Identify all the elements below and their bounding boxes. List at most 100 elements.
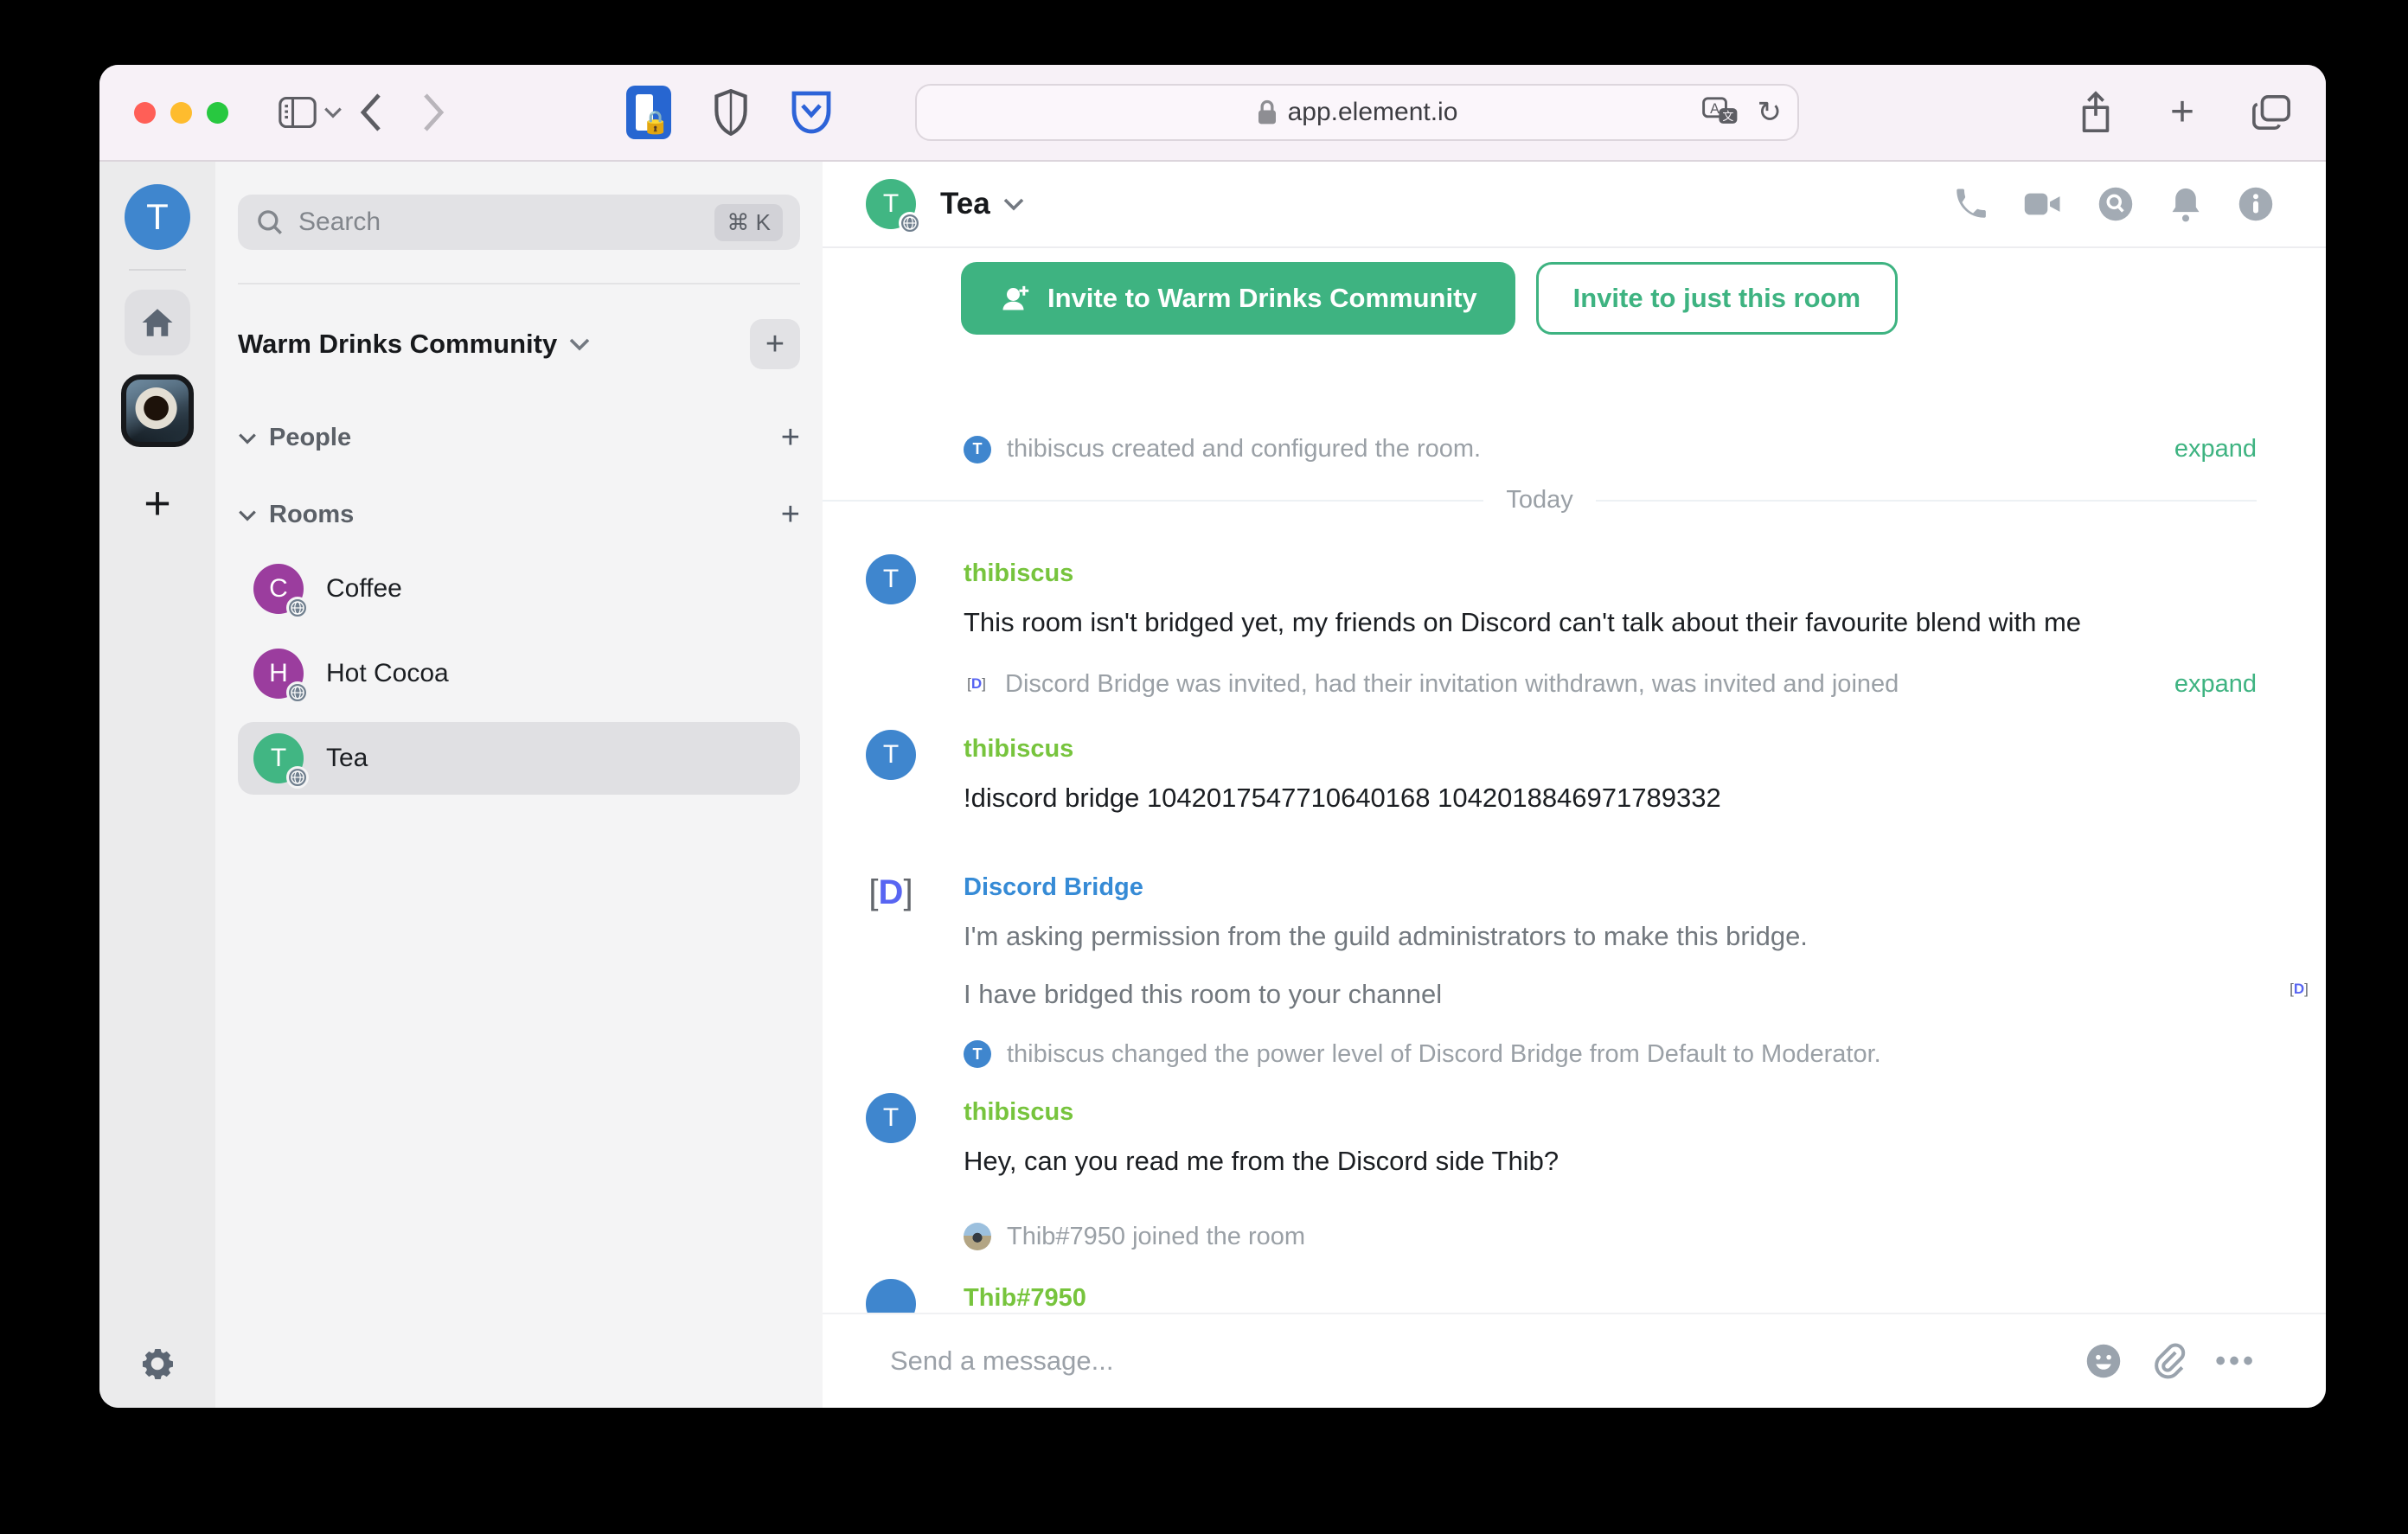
room-info-icon[interactable] <box>2238 186 2274 222</box>
chevron-down-icon <box>569 337 590 351</box>
translate-icon[interactable]: A文 <box>1701 97 1739 128</box>
room-name: Tea <box>326 744 368 772</box>
search-icon <box>255 208 285 237</box>
section-rooms[interactable]: Rooms + <box>238 496 800 534</box>
room-title[interactable]: Tea <box>940 187 990 221</box>
chat-panel: T Tea Invite to Warm Drinks Community In… <box>823 162 2326 1408</box>
add-person-button[interactable]: + <box>781 419 800 457</box>
room-item-tea[interactable]: T Tea <box>238 722 800 795</box>
sender-name[interactable]: thibiscus <box>964 553 2257 588</box>
svg-text:文: 文 <box>1722 110 1733 123</box>
room-name: Coffee <box>326 574 402 603</box>
coffee-community-space-avatar[interactable] <box>121 374 194 447</box>
sender-name[interactable]: thibiscus <box>964 728 2257 764</box>
search-shortcut-badge: ⌘ K <box>714 203 783 241</box>
avatar[interactable]: T <box>866 729 916 780</box>
reload-icon[interactable]: ↻ <box>1758 95 1783 130</box>
add-room-plus-button[interactable]: + <box>781 496 800 534</box>
message-timeline: Invite to Warm Drinks Community Invite t… <box>823 248 2326 1313</box>
avatar: T <box>964 1040 991 1069</box>
sidebar-dropdown-chevron-icon[interactable] <box>323 106 343 118</box>
settings-gear-icon[interactable] <box>138 1344 177 1384</box>
avatar <box>964 1223 991 1251</box>
add-space-button[interactable]: + <box>144 476 171 530</box>
section-people-label: People <box>269 424 352 451</box>
video-call-icon[interactable] <box>2023 186 2063 222</box>
room-list-divider <box>238 283 800 284</box>
room-avatar: T <box>253 733 309 789</box>
attachment-icon[interactable] <box>2151 1342 2186 1380</box>
browser-window: 🔒 app.element.io A文 ↻ + T + Search ⌘ K W… <box>99 65 2326 1408</box>
room-header-avatar[interactable]: T <box>866 179 921 234</box>
event-bridge-invited: [D] Discord Bridge was invited, had thei… <box>964 670 2257 699</box>
sender-name[interactable]: Discord Bridge <box>964 866 2257 902</box>
emoji-icon[interactable] <box>2085 1343 2122 1379</box>
traffic-lights <box>134 101 228 124</box>
event-joined: Thib#7950 joined the room <box>964 1223 2257 1251</box>
message-input[interactable] <box>890 1345 2059 1377</box>
community-header[interactable]: Warm Drinks Community + <box>238 319 800 369</box>
space-panel-divider <box>129 269 186 271</box>
tab-overview-icon[interactable] <box>2251 93 2291 131</box>
shield-extension-icon[interactable] <box>713 89 749 136</box>
sender-name[interactable]: Thib#7950 <box>964 1277 2257 1313</box>
discord-bridge-avatar[interactable]: [D] <box>866 867 916 918</box>
room-search-icon[interactable] <box>2097 186 2134 222</box>
sender-name[interactable]: thibiscus <box>964 1091 2257 1127</box>
sidebar-toggle-icon[interactable] <box>279 96 317 129</box>
public-room-globe-badge <box>899 212 921 234</box>
expand-link[interactable]: expand <box>2174 670 2257 699</box>
chevron-down-icon <box>238 432 257 444</box>
room-item-hot-cocoa[interactable]: H Hot Cocoa <box>238 637 800 710</box>
date-label: Today <box>1506 486 1573 514</box>
home-icon <box>142 309 173 336</box>
browser-toolbar: 🔒 app.element.io A文 ↻ + <box>99 65 2326 162</box>
avatar[interactable] <box>866 1278 916 1313</box>
new-tab-button[interactable]: + <box>2170 92 2194 133</box>
room-list-panel: ⌘ K Warm Drinks Community + People + <box>215 162 823 1408</box>
public-room-globe-badge <box>286 597 309 619</box>
avatar[interactable]: T <box>866 554 916 604</box>
more-options-icon[interactable]: ••• <box>2215 1345 2257 1378</box>
close-window-button[interactable] <box>134 101 156 124</box>
home-space-button[interactable] <box>125 290 190 355</box>
address-bar[interactable]: app.element.io A文 ↻ <box>915 84 1799 141</box>
room-item-coffee[interactable]: C Coffee <box>238 553 800 625</box>
voice-call-icon[interactable] <box>1952 186 1989 222</box>
event-room-created: T thibiscus created and configured the r… <box>964 435 2257 463</box>
public-room-globe-badge <box>286 681 309 704</box>
room-header: T Tea <box>823 162 2326 248</box>
invite-room-button[interactable]: Invite to just this room <box>1535 262 1899 335</box>
extension-buttons: 🔒 <box>626 86 832 139</box>
room-avatar: C <box>253 564 309 619</box>
pocket-extension-icon[interactable] <box>791 90 832 135</box>
message-text: I'm asking permission from the guild adm… <box>964 920 1808 951</box>
expand-link[interactable]: expand <box>2174 435 2257 463</box>
message-group: T thibiscus Hey, can you read me from th… <box>823 1091 2257 1181</box>
back-button[interactable] <box>360 93 382 131</box>
community-name: Warm Drinks Community <box>238 329 558 359</box>
notifications-bell-icon[interactable] <box>2168 185 2203 223</box>
share-icon[interactable] <box>2078 91 2113 134</box>
read-receipt-discord[interactable]: [D] <box>2286 976 2312 1003</box>
section-people[interactable]: People + <box>238 419 800 457</box>
avatar[interactable]: T <box>866 1092 916 1143</box>
event-text: Thib#7950 joined the room <box>1007 1222 1306 1250</box>
message-group: T thibiscus !discord bridge 104201754771… <box>823 728 2257 818</box>
forward-button[interactable] <box>422 93 445 131</box>
invite-community-button[interactable]: Invite to Warm Drinks Community <box>961 262 1515 335</box>
search-bar[interactable]: ⌘ K <box>238 195 800 250</box>
invite-person-icon <box>999 283 1030 314</box>
zoom-window-button[interactable] <box>207 101 228 124</box>
search-input[interactable] <box>298 208 701 237</box>
room-menu-chevron-icon[interactable] <box>1002 197 1025 211</box>
user-avatar[interactable]: T <box>125 184 190 250</box>
event-text: Discord Bridge was invited, had their in… <box>1005 669 1899 698</box>
minimize-window-button[interactable] <box>170 101 192 124</box>
password-manager-extension-icon[interactable]: 🔒 <box>626 86 671 139</box>
add-room-button[interactable]: + <box>750 319 800 369</box>
message-composer: ••• <box>823 1313 2326 1408</box>
message-group-discord-bridge: [D] Discord Bridge I'm asking permission… <box>823 866 2312 1014</box>
room-avatar: H <box>253 649 309 704</box>
invite-community-label: Invite to Warm Drinks Community <box>1047 283 1477 313</box>
